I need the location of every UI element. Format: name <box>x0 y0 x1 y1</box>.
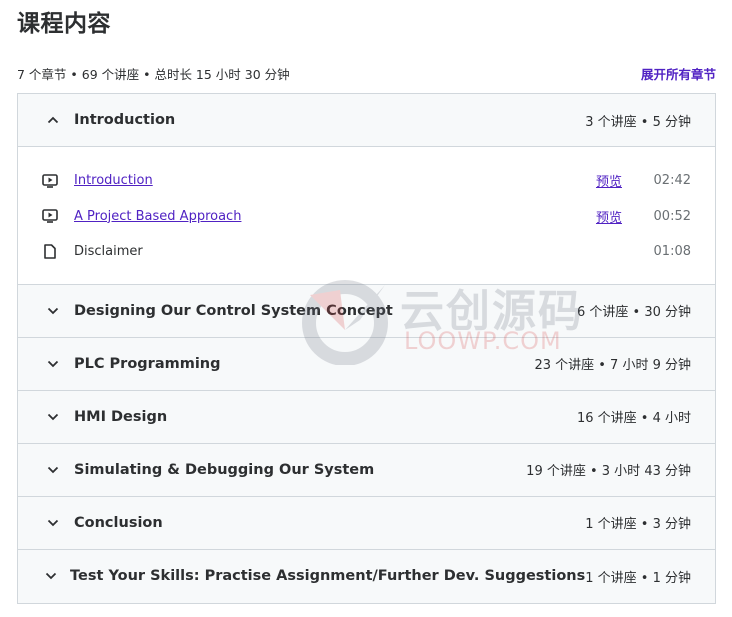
lecture-item: Introduction 预览 02:42 <box>18 163 715 199</box>
lecture-duration: 00:52 <box>653 208 691 224</box>
video-icon <box>42 208 58 224</box>
section-title: PLC Programming <box>74 355 221 372</box>
preview-link[interactable]: 预览 <box>596 171 622 190</box>
section-lecture-list: Introduction 预览 02:42 A Project Based Ap… <box>18 147 715 285</box>
page-title: 课程内容 <box>17 11 111 37</box>
section-title: Conclusion <box>74 514 163 531</box>
lecture-duration: 01:08 <box>653 244 691 260</box>
lecture-title: Disclaimer <box>74 244 143 260</box>
chevron-down-icon <box>45 462 61 478</box>
section-meta: 3 个讲座 • 5 分钟 <box>585 114 691 130</box>
section-simulating-debugging: Simulating & Debugging Our System 19 个讲座… <box>18 443 715 497</box>
expand-all-sections-button[interactable]: 展开所有章节 <box>641 64 716 83</box>
section-title: Designing Our Control System Concept <box>74 302 393 319</box>
file-icon <box>42 244 58 260</box>
section-meta: 23 个讲座 • 7 小时 9 分钟 <box>534 358 691 373</box>
section-test-your-skills: Test Your Skills: Practise Assignment/Fu… <box>18 549 715 603</box>
section-header[interactable]: Designing Our Control System Concept 6 个… <box>18 284 715 338</box>
preview-link[interactable]: 预览 <box>596 207 622 226</box>
section-title: Test Your Skills: Practise Assignment/Fu… <box>70 568 586 584</box>
chevron-down-icon <box>45 515 61 531</box>
curriculum-summary: 7 个章节 • 69 个讲座 • 总时长 15 小时 30 分钟 <box>17 66 290 82</box>
curriculum-accordion: Introduction 3 个讲座 • 5 分钟 Introduction 预… <box>17 93 716 604</box>
section-designing-control-system: Designing Our Control System Concept 6 个… <box>18 284 715 338</box>
lecture-item: A Project Based Approach 预览 00:52 <box>18 199 715 235</box>
chevron-down-icon <box>45 303 61 319</box>
section-introduction: Introduction 3 个讲座 • 5 分钟 Introduction 预… <box>18 94 715 285</box>
lecture-duration: 02:42 <box>653 173 691 189</box>
section-title: HMI Design <box>74 408 168 425</box>
section-hmi-design: HMI Design 16 个讲座 • 4 小时 <box>18 390 715 444</box>
lecture-item: Disclaimer 01:08 <box>18 234 715 270</box>
section-meta: 6 个讲座 • 30 分钟 <box>576 305 691 320</box>
section-header[interactable]: Conclusion 1 个讲座 • 3 分钟 <box>18 496 715 550</box>
section-header[interactable]: Introduction 3 个讲座 • 5 分钟 <box>18 94 715 147</box>
section-meta: 16 个讲座 • 4 小时 <box>576 411 691 426</box>
section-header[interactable]: Simulating & Debugging Our System 19 个讲座… <box>18 443 715 497</box>
section-plc-programming: PLC Programming 23 个讲座 • 7 小时 9 分钟 <box>18 337 715 391</box>
curriculum-summary-row: 7 个章节 • 69 个讲座 • 总时长 15 小时 30 分钟 展开所有章节 <box>17 62 716 84</box>
section-meta: 1 个讲座 • 3 分钟 <box>585 517 691 532</box>
chevron-up-icon <box>45 112 61 128</box>
section-meta: 1 个讲座 • 1 分钟 <box>585 570 691 586</box>
chevron-down-icon <box>45 568 57 584</box>
section-header[interactable]: Test Your Skills: Practise Assignment/Fu… <box>18 549 715 603</box>
video-icon <box>42 173 58 189</box>
chevron-down-icon <box>45 356 61 372</box>
section-title: Simulating & Debugging Our System <box>74 461 375 478</box>
section-meta: 19 个讲座 • 3 小时 43 分钟 <box>526 464 691 479</box>
section-conclusion: Conclusion 1 个讲座 • 3 分钟 <box>18 496 715 550</box>
section-header[interactable]: PLC Programming 23 个讲座 • 7 小时 9 分钟 <box>18 337 715 391</box>
section-header[interactable]: HMI Design 16 个讲座 • 4 小时 <box>18 390 715 444</box>
section-title: Introduction <box>74 112 176 128</box>
chevron-down-icon <box>45 409 61 425</box>
